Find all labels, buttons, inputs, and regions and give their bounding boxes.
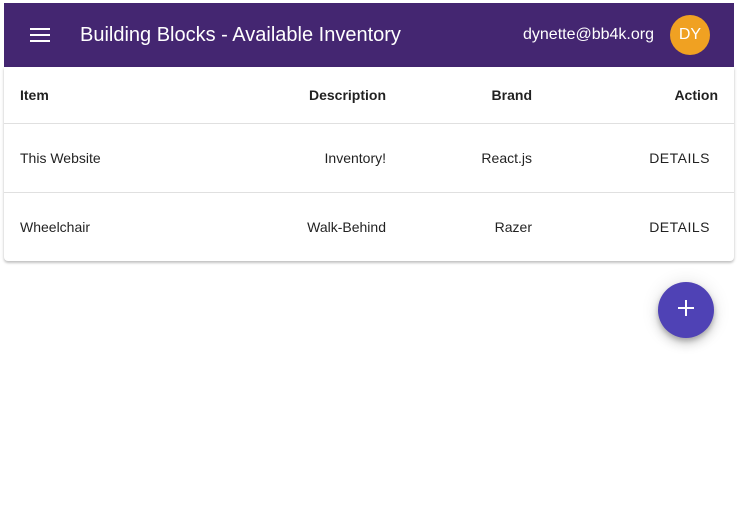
menu-button[interactable] <box>16 11 64 59</box>
menu-icon <box>30 28 50 42</box>
column-header-description: Description <box>194 67 386 124</box>
cell-description: Inventory! <box>194 123 386 193</box>
page: Building Blocks - Available Inventory dy… <box>0 0 737 514</box>
column-header-item: Item <box>4 67 194 124</box>
table-row: Wheelchair Walk-Behind Razer DETAILS <box>4 192 734 261</box>
cell-brand: React.js <box>386 123 532 193</box>
details-button[interactable]: DETAILS <box>641 144 718 172</box>
table-header-row: Item Description Brand Action <box>4 67 734 124</box>
cell-brand: Razer <box>494 218 532 235</box>
cell-item: This Website <box>4 123 194 193</box>
cell-item: Wheelchair <box>20 218 91 235</box>
cell-action: DETAILS <box>532 123 734 193</box>
table-row: This Website Inventory! React.js DETAILS <box>4 123 734 193</box>
column-header-action: Action <box>532 67 734 124</box>
column-header-brand: Brand <box>386 67 532 124</box>
cell-description: Walk-Behind <box>307 218 386 235</box>
page-title: Building Blocks - Available Inventory <box>80 23 401 46</box>
cell-action: DETAILS <box>532 192 734 261</box>
plus-icon <box>678 299 694 321</box>
inventory-table-card: Item Description Brand Action This Websi… <box>4 67 734 261</box>
add-item-button[interactable] <box>658 282 714 338</box>
user-email: dynette@bb4k.org <box>523 26 654 43</box>
inventory-table: Item Description Brand Action This Websi… <box>4 67 734 261</box>
app-bar: Building Blocks - Available Inventory dy… <box>4 3 734 67</box>
avatar[interactable]: DY <box>670 15 710 55</box>
details-button[interactable]: DETAILS <box>641 213 718 241</box>
